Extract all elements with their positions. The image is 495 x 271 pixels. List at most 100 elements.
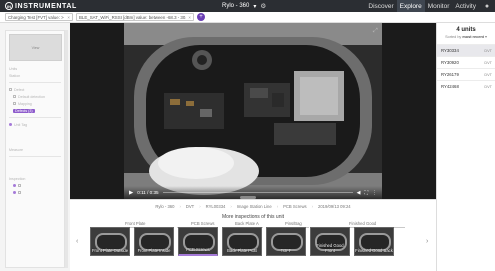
add-filter-button[interactable]: + bbox=[197, 13, 205, 21]
checkbox-icon[interactable] bbox=[18, 191, 21, 194]
station-selector[interactable]: Rylo - 360 ▾ ⚙ bbox=[222, 0, 266, 12]
step-label: Front Plate bbox=[125, 221, 146, 226]
thumbnail[interactable]: TOFF bbox=[266, 227, 306, 256]
thumbnail[interactable]: Front Plate Outside bbox=[90, 227, 130, 256]
defects-tag[interactable]: Defects (3) bbox=[13, 108, 35, 113]
chevron-down-icon: ▾ bbox=[485, 35, 487, 39]
chevron-left-icon[interactable]: ‹ bbox=[76, 238, 78, 245]
sidebar-row-label: Mapping bbox=[18, 101, 32, 106]
dot-icon bbox=[13, 191, 16, 194]
divider bbox=[9, 82, 61, 83]
divider bbox=[9, 156, 61, 157]
gear-icon[interactable]: ⚙ bbox=[260, 2, 266, 10]
thumbnail-label: Finished Good Back bbox=[355, 248, 393, 253]
unit-station: DVT bbox=[484, 72, 492, 77]
more-icon[interactable]: ⋮ bbox=[372, 190, 377, 196]
unit-row[interactable]: RY26179 DVT bbox=[437, 68, 495, 80]
breadcrumb-item[interactable]: PCB Screws bbox=[283, 204, 307, 209]
sort-selector[interactable]: Sorted by most recent ▾ bbox=[437, 34, 495, 39]
brand-mark-icon: IN bbox=[5, 2, 13, 10]
sidebar-row-defect[interactable]: Defect bbox=[9, 86, 61, 93]
step-label: Pins/Bag bbox=[285, 221, 302, 226]
breadcrumb-item[interactable]: Rylo - 360 bbox=[155, 204, 174, 209]
thumbnail[interactable]: Finished Good Back bbox=[354, 227, 394, 256]
sidebar-row-label: Inspection bbox=[9, 176, 26, 181]
sidebar-row-measure[interactable]: Measure bbox=[9, 146, 61, 153]
inspection-details: Rylo - 360 › DVT › RYL00334 › Image Station… bbox=[70, 199, 436, 271]
play-icon[interactable]: ▶ bbox=[129, 190, 133, 196]
close-icon[interactable]: × bbox=[67, 15, 70, 20]
nav-monitor[interactable]: Monitor bbox=[425, 0, 453, 12]
breadcrumb-item[interactable]: RYL00334 bbox=[206, 204, 226, 209]
checkbox-icon[interactable] bbox=[18, 184, 21, 187]
thumbnail[interactable]: Front Plate Inside bbox=[134, 227, 174, 256]
sidebar-row-mapping[interactable]: Mapping bbox=[9, 100, 61, 107]
step-label: Back Plate A bbox=[235, 221, 259, 226]
sort-prefix: Sorted by bbox=[445, 35, 462, 39]
breadcrumb-item[interactable]: DVT bbox=[186, 204, 194, 209]
unit-row[interactable]: RY30920 DVT bbox=[437, 56, 495, 68]
video-progress-bar[interactable] bbox=[162, 191, 353, 194]
sidebar-row-unit-tag[interactable]: Unit Tag bbox=[9, 121, 61, 128]
sidebar-row-swatch[interactable] bbox=[9, 189, 61, 196]
unit-id: RY30334 bbox=[441, 48, 459, 53]
breadcrumb-item[interactable]: Image Station Line bbox=[237, 204, 272, 209]
media-viewer: ⤢ ▶ 0:11 / 0:35 ◀ ⛶ ⋮ bbox=[70, 23, 436, 199]
chevron-right-icon[interactable]: › bbox=[426, 238, 428, 245]
inspection-photo[interactable] bbox=[124, 23, 382, 199]
brand-name: INSTRUMENTAL bbox=[15, 2, 77, 10]
sidebar-row-tag[interactable]: Defects (3) bbox=[9, 107, 61, 114]
sidebar-scrollbar[interactable] bbox=[65, 30, 68, 268]
thumbnail-active[interactable]: PCB Screws bbox=[178, 227, 218, 256]
thumbnail-label: TOFF bbox=[280, 248, 292, 253]
video-icons: ◀ ⛶ ⋮ bbox=[357, 190, 377, 196]
sidebar-row-label: Unit Tag bbox=[14, 122, 28, 127]
close-icon[interactable]: × bbox=[188, 15, 191, 20]
unit-id: RY30920 bbox=[441, 60, 459, 65]
nav-explore[interactable]: Explore bbox=[396, 0, 425, 12]
filter-chip-rssi[interactable]: BLE_SAT_WiFi_RSSI [dBm] value: between -… bbox=[76, 13, 194, 21]
dot-icon bbox=[9, 123, 12, 126]
filter-chip-charging[interactable]: Charging Test [FVT] value: > 2.6V... × bbox=[5, 13, 73, 21]
unit-id: RY42468 bbox=[441, 84, 459, 89]
thumbnail-label: Finished Good Front bbox=[316, 243, 344, 253]
checkbox-icon[interactable] bbox=[13, 102, 16, 105]
step-label: Finished Good bbox=[349, 221, 377, 226]
sidebar-row-swatch[interactable] bbox=[9, 182, 61, 189]
checkbox-icon[interactable] bbox=[9, 88, 12, 91]
expand-icon[interactable]: ⤢ bbox=[373, 28, 378, 35]
thumbnail-label: Front Plate Outside bbox=[91, 248, 129, 253]
breadcrumb-item[interactable]: 2019/09/13 09:24 bbox=[318, 204, 351, 209]
sidebar-row-inspection[interactable]: Inspection bbox=[9, 175, 61, 182]
top-navigation-bar: IN INSTRUMENTAL Rylo - 360 ▾ ⚙ Discover … bbox=[0, 0, 495, 12]
units-panel: 4 units Sorted by most recent ▾ RY30334 … bbox=[436, 23, 495, 271]
sidebar-row-label: Measure bbox=[9, 147, 23, 152]
unit-row[interactable]: RY30334 DVT bbox=[437, 44, 495, 56]
thumbnail-label: PCB Screws bbox=[186, 247, 210, 252]
nav-activity[interactable]: Activity bbox=[452, 0, 479, 12]
user-icon[interactable]: ● bbox=[479, 0, 495, 12]
filter-chip-label: BLE_SAT_WiFi_RSSI [dBm] value: between -… bbox=[79, 14, 187, 20]
station-label: Rylo - 360 bbox=[222, 3, 250, 9]
breadcrumb: Rylo - 360 › DVT › RYL00334 › Image Station… bbox=[155, 204, 351, 209]
nav-discover[interactable]: Discover bbox=[365, 0, 396, 12]
thumbnail[interactable]: Finished Good Front bbox=[310, 227, 350, 256]
sidebar-row-units[interactable]: Units bbox=[9, 65, 61, 72]
unit-station: DVT bbox=[484, 60, 492, 65]
unit-row[interactable]: RY42468 DVT bbox=[437, 80, 495, 92]
sidebar-row-label: Units bbox=[9, 66, 18, 71]
volume-icon[interactable]: ◀ bbox=[357, 190, 361, 196]
more-inspections-title: More inspections of this unit bbox=[222, 214, 284, 220]
sort-value: most recent bbox=[462, 35, 484, 39]
checkbox-icon[interactable] bbox=[13, 95, 16, 98]
fullscreen-icon[interactable]: ⛶ bbox=[364, 190, 368, 196]
unit-id: RY26179 bbox=[441, 72, 459, 77]
thumbnail[interactable]: Back Plate PCB bbox=[222, 227, 262, 256]
thumbnail-strip: Front Plate Outside Front Plate Inside P… bbox=[90, 227, 394, 257]
filter-bar: Charging Test [FVT] value: > 2.6V... × B… bbox=[0, 12, 495, 23]
sidebar-row-default-detection[interactable]: Default detection bbox=[9, 93, 61, 100]
sidebar-row-station[interactable]: Station bbox=[9, 72, 61, 79]
view-tile[interactable]: View bbox=[9, 34, 62, 61]
brand-logo[interactable]: IN INSTRUMENTAL bbox=[0, 2, 125, 10]
units-count: 4 units bbox=[456, 27, 476, 33]
